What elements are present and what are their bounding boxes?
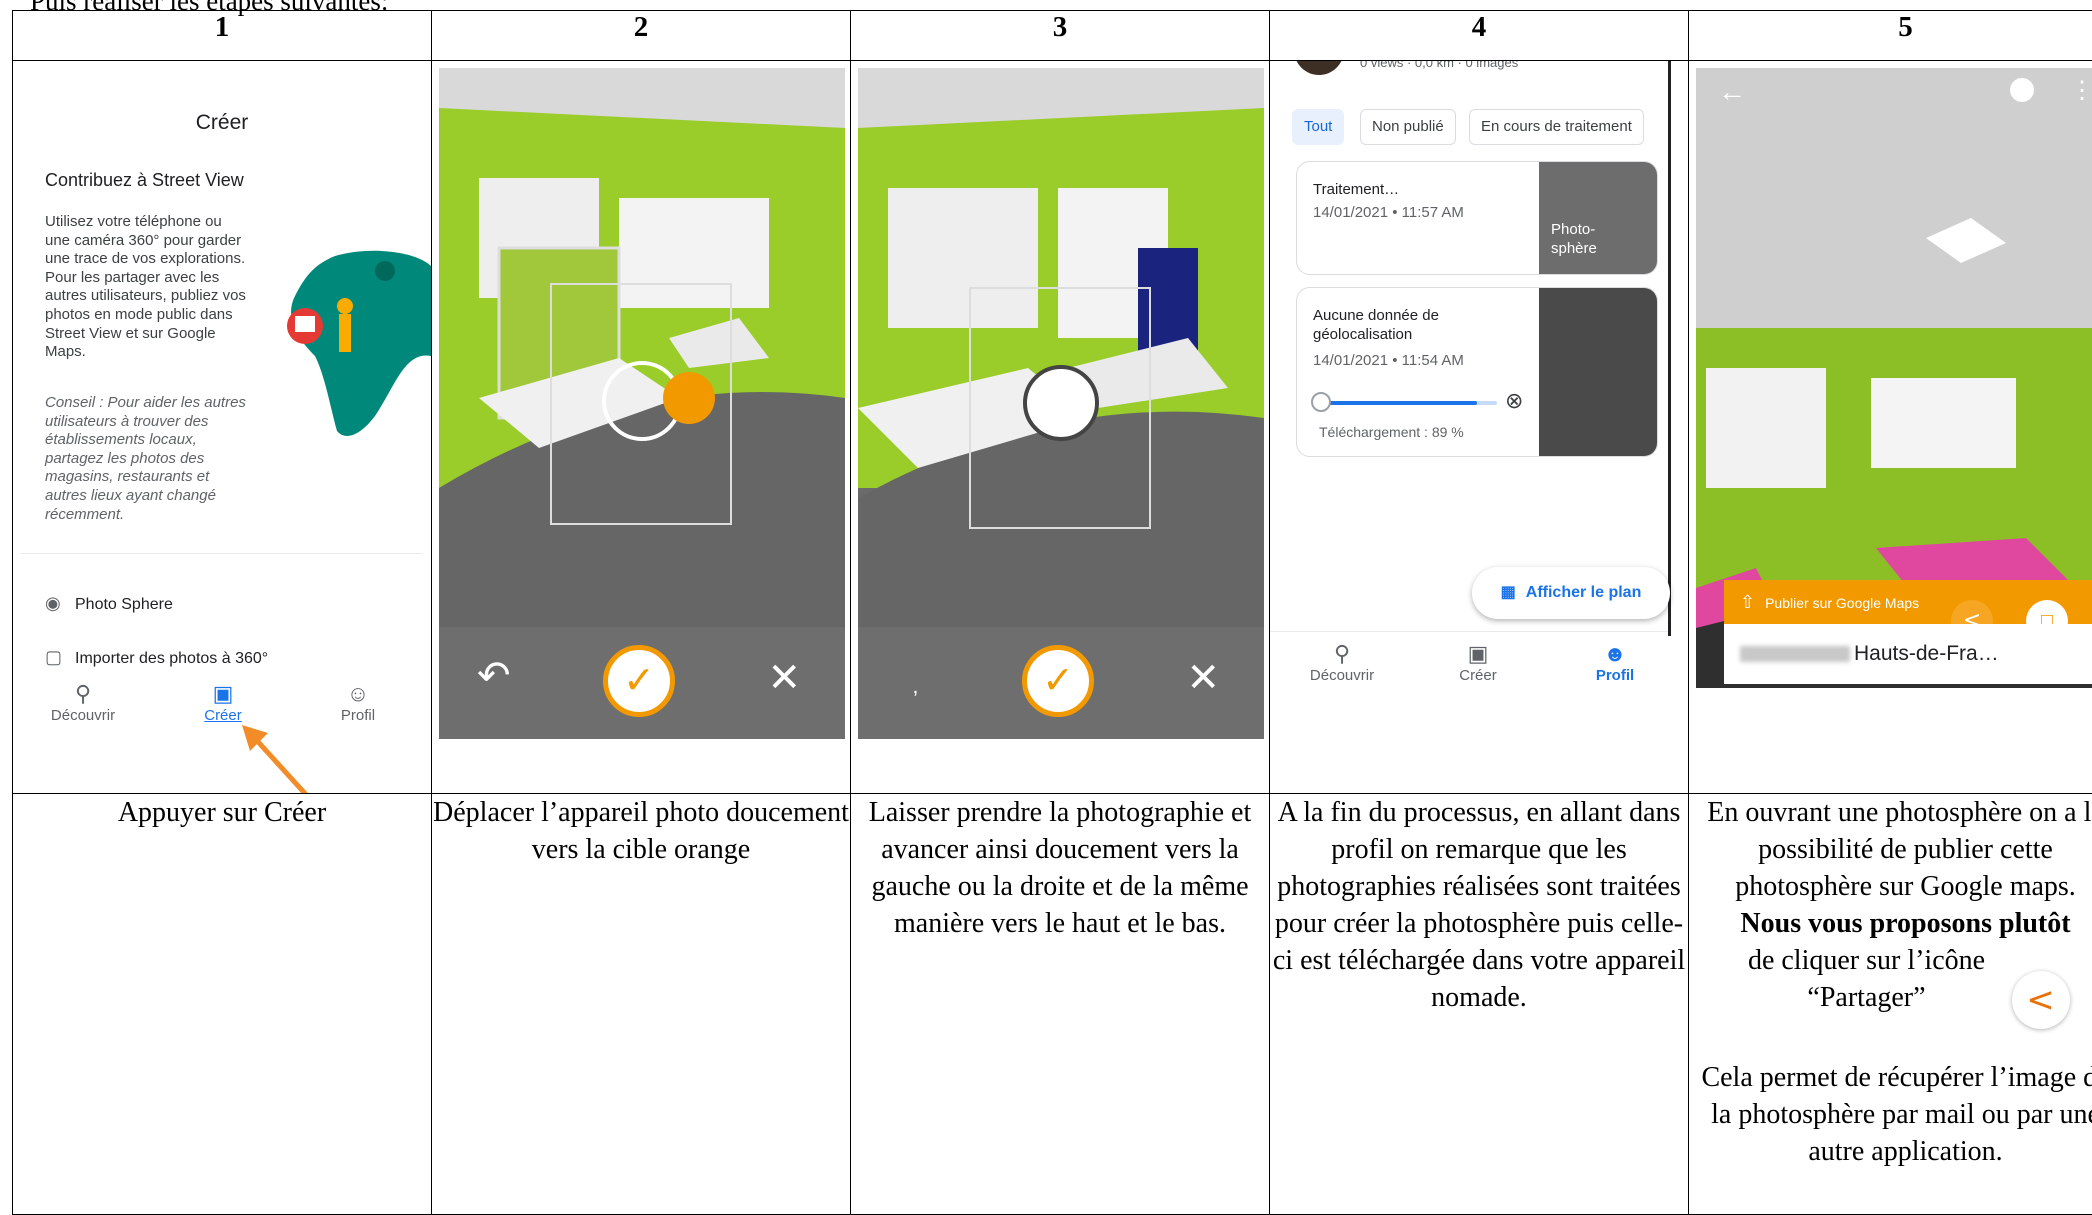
tip-text: Conseil : Pour aider les autres utilisat… bbox=[45, 394, 250, 524]
add-photo-icon: ▣ bbox=[1438, 641, 1518, 667]
screenshot-5: ← ⋮ ⇧Publier sur Google Maps < □ Hauts-d… bbox=[1689, 61, 2092, 794]
description-5-emphasis: Nous vous proposons plutôt bbox=[1689, 905, 2092, 942]
upload-icon: ⇧ bbox=[1740, 592, 1755, 612]
import-360-option[interactable]: ▢Importer des photos à 360° bbox=[45, 647, 268, 668]
steps-table: 1 2 3 4 5 Créer Contribuez à Street View… bbox=[12, 10, 2092, 1215]
share-icon: < bbox=[2012, 971, 2070, 1029]
step-header-2: 2 bbox=[432, 11, 851, 61]
location-pin-icon: ⚲ bbox=[43, 681, 123, 707]
profile-avatar bbox=[1294, 61, 1344, 76]
nav-profile-label: Profil bbox=[1596, 667, 1634, 684]
screenshot-2: ↶ ✓ ✕ bbox=[432, 61, 851, 794]
description-5-share-text: de cliquer sur l’icône “Partager” bbox=[1742, 942, 1992, 1016]
nav-create[interactable]: ▣Créer bbox=[183, 681, 263, 724]
close-icon[interactable]: ✕ bbox=[767, 655, 801, 701]
nav-profile[interactable]: ☺Profil bbox=[318, 681, 398, 724]
nav-discover[interactable]: ⚲Découvrir bbox=[43, 681, 123, 724]
location-pin-icon: ⚲ bbox=[1302, 641, 1382, 667]
description-5-intro: En ouvrant une photosphère on a la possi… bbox=[1689, 794, 2092, 905]
orange-arrow-icon bbox=[238, 721, 318, 794]
step-header-4: 4 bbox=[1270, 11, 1689, 61]
bottom-nav-bar bbox=[1270, 631, 1668, 632]
description-1: Appuyer sur Créer bbox=[13, 794, 432, 1215]
back-arrow-icon[interactable]: ← bbox=[1718, 76, 1746, 108]
compass-icon[interactable] bbox=[2010, 78, 2034, 102]
nav-create-label: Créer bbox=[204, 707, 242, 724]
nav-discover-label: Découvrir bbox=[1310, 667, 1374, 684]
more-options-icon[interactable]: ⋮ bbox=[2070, 76, 2092, 105]
profile-stats: 0 views · 0,0 km · 0 images bbox=[1360, 61, 1518, 71]
description-3: Laisser prendre la photographie et avanc… bbox=[851, 794, 1270, 1215]
upload-date: 14/01/2021 • 11:54 AM bbox=[1313, 352, 1464, 369]
person-icon: ☺ bbox=[318, 681, 398, 707]
scrollbar[interactable] bbox=[1668, 61, 1671, 636]
nav-discover[interactable]: ⚲Découvrir bbox=[1302, 641, 1382, 684]
profile-screen: 0 views · 0,0 km · 0 images Tout Non pub… bbox=[1270, 61, 1688, 793]
filter-chip-unpublished[interactable]: Non publié bbox=[1360, 109, 1456, 145]
photosphere-thumbnail: Photo-sphère bbox=[1539, 162, 1657, 274]
description-2: Déplacer l’appareil photo doucement vers… bbox=[432, 794, 851, 1215]
create-screen: Créer Contribuez à Street View Utilisez … bbox=[13, 61, 431, 793]
import-360-label: Importer des photos à 360° bbox=[75, 650, 268, 667]
cancel-upload-icon[interactable]: ⊗ bbox=[1505, 388, 1523, 414]
world-map-illustration bbox=[275, 236, 431, 446]
nav-create-label: Créer bbox=[1459, 667, 1497, 684]
location-bar: Hauts-de-Fra… bbox=[1724, 624, 2092, 684]
no-geo-title: Aucune donnée de géolocalisation bbox=[1313, 306, 1513, 344]
nav-create[interactable]: ▣Créer bbox=[1438, 641, 1518, 684]
step-header-3: 3 bbox=[851, 11, 1270, 61]
photosphere-thumb-label: Photo-sphère bbox=[1551, 220, 1611, 258]
upload-progress-fill bbox=[1317, 401, 1477, 405]
camera-icon: ◉ bbox=[45, 593, 75, 614]
screenshot-1: Créer Contribuez à Street View Utilisez … bbox=[13, 61, 432, 794]
close-icon[interactable]: ✕ bbox=[1186, 655, 1220, 701]
nav-discover-label: Découvrir bbox=[51, 707, 115, 724]
description-5-result: Cela permet de récupérer l’image de la p… bbox=[1689, 1059, 2092, 1170]
show-map-button[interactable]: ▦ Afficher le plan bbox=[1472, 567, 1670, 619]
processing-title: Traitement… bbox=[1313, 180, 1399, 199]
show-map-label: Afficher le plan bbox=[1526, 584, 1642, 601]
screen-title: Créer bbox=[13, 111, 431, 135]
description-4: A la fin du processus, en allant dans pr… bbox=[1270, 794, 1689, 1215]
divider bbox=[21, 553, 423, 554]
photo-sphere-label: Photo Sphere bbox=[75, 596, 173, 613]
camera-capture-screen-2: ↶ ✓ ✕ bbox=[439, 68, 845, 739]
add-photo-icon: ▣ bbox=[183, 681, 263, 707]
check-icon[interactable]: ✓ bbox=[603, 645, 675, 717]
processing-date: 14/01/2021 • 11:57 AM bbox=[1313, 204, 1464, 221]
nav-profile[interactable]: ☻Profil bbox=[1575, 641, 1655, 684]
camera-capture-screen-3: ‚ ✓ ✕ bbox=[858, 68, 1264, 739]
import-icon: ▢ bbox=[45, 647, 75, 668]
undo-icon[interactable]: ↶ bbox=[477, 653, 511, 699]
photo-sphere-option[interactable]: ◉Photo Sphere bbox=[45, 593, 173, 614]
contribute-heading: Contribuez à Street View bbox=[45, 169, 245, 191]
filter-chip-all[interactable]: Tout bbox=[1292, 109, 1344, 145]
photosphere-view-screen: ← ⋮ ⇧Publier sur Google Maps < □ Hauts-d… bbox=[1696, 68, 2092, 688]
nav-profile-label: Profil bbox=[341, 707, 375, 724]
description-5: En ouvrant une photosphère on a la possi… bbox=[1689, 794, 2092, 1215]
processing-card[interactable]: Traitement… 14/01/2021 • 11:57 AM Photo-… bbox=[1296, 161, 1658, 275]
upload-thumbnail bbox=[1539, 288, 1657, 456]
description-5-share-line: de cliquer sur l’icône “Partager” < bbox=[1689, 942, 2092, 1029]
progress-handle[interactable] bbox=[1311, 392, 1331, 412]
person-icon: ☻ bbox=[1575, 641, 1655, 667]
filter-chip-processing[interactable]: En cours de traitement bbox=[1469, 109, 1644, 145]
publish-label: Publier sur Google Maps bbox=[1765, 595, 1919, 611]
upload-card[interactable]: Aucune donnée de géolocalisation 14/01/2… bbox=[1296, 287, 1658, 457]
check-icon[interactable]: ✓ bbox=[1022, 645, 1094, 717]
upload-progress-track bbox=[1317, 401, 1497, 405]
screenshot-3: ‚ ✓ ✕ bbox=[851, 61, 1270, 794]
step-header-5: 5 bbox=[1689, 11, 2092, 61]
location-label: Hauts-de-Fra… bbox=[1854, 642, 1999, 665]
contribute-text: Utilisez votre téléphone ou une caméra 3… bbox=[45, 213, 250, 362]
map-icon: ▦ bbox=[1501, 584, 1516, 601]
loading-indicator: ‚ bbox=[913, 673, 918, 699]
upload-status: Téléchargement : 89 % bbox=[1319, 424, 1464, 440]
blurred-location bbox=[1740, 646, 1850, 662]
step-header-1: 1 bbox=[13, 11, 432, 61]
screenshot-4: 0 views · 0,0 km · 0 images Tout Non pub… bbox=[1270, 61, 1689, 794]
